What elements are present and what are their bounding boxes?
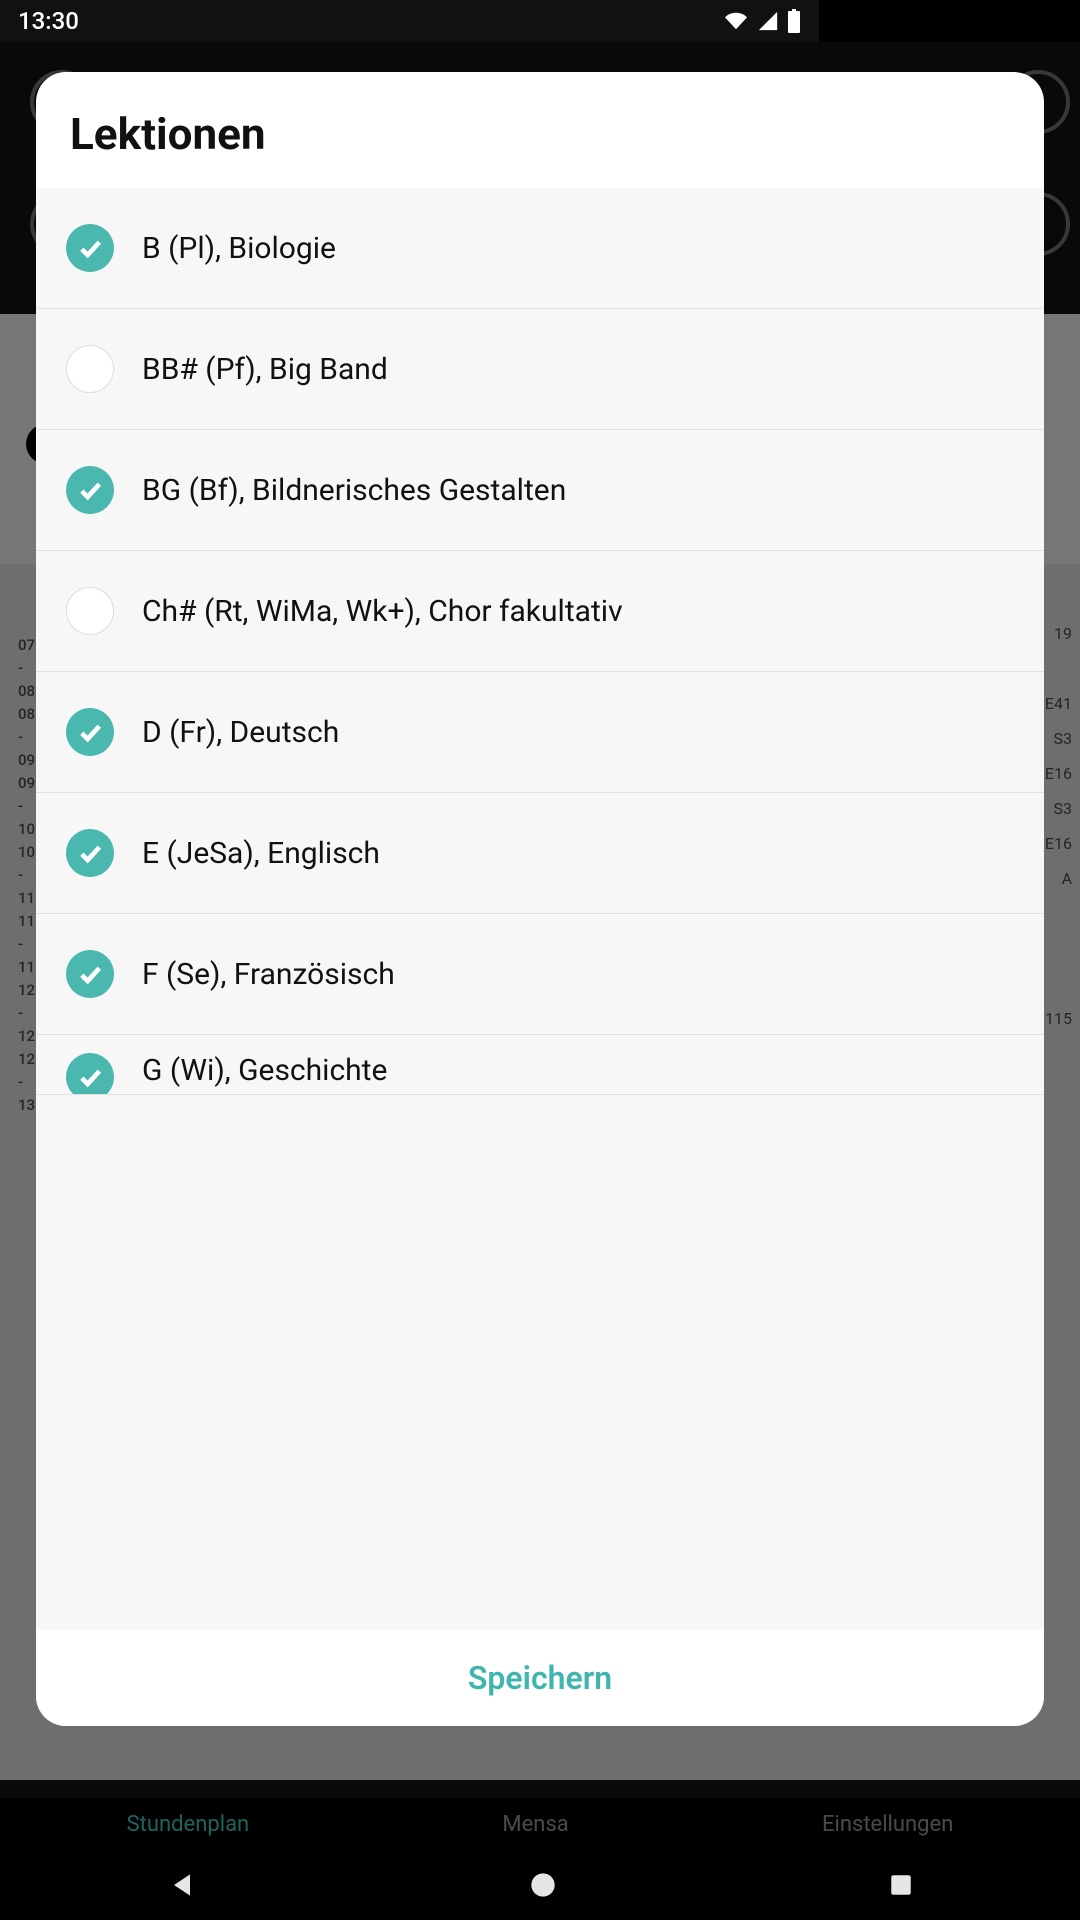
lesson-checkbox[interactable]	[66, 1053, 114, 1095]
cell-signal-icon	[757, 10, 779, 32]
lesson-checkbox[interactable]	[66, 345, 114, 393]
lesson-checkbox[interactable]	[66, 950, 114, 998]
lesson-row[interactable]: E (JeSa), Englisch	[36, 793, 1044, 914]
wifi-icon	[723, 10, 749, 32]
lesson-checkbox[interactable]	[66, 224, 114, 272]
lesson-label: Ch# (Rt, WiMa, Wk+), Chor fakultativ	[142, 594, 623, 629]
lesson-row[interactable]: BB# (Pf), Big Band	[36, 309, 1044, 430]
lessons-list[interactable]: B (Pl), Biologie BB# (Pf), Big Band BG (Bf…	[36, 188, 1044, 1630]
status-time: 13:30	[18, 7, 79, 35]
lesson-label: BG (Bf), Bildnerisches Gestalten	[142, 473, 566, 508]
lesson-checkbox[interactable]	[66, 708, 114, 756]
lessons-dialog: Lektionen B (Pl), Biologie BB# (Pf), Big …	[36, 72, 1044, 1726]
save-button[interactable]: Speichern	[468, 1659, 612, 1697]
lesson-row[interactable]: Ch# (Rt, WiMa, Wk+), Chor fakultativ	[36, 551, 1044, 672]
lesson-label: E (JeSa), Englisch	[142, 836, 380, 871]
nav-back-icon[interactable]	[166, 1869, 198, 1901]
lesson-label: BB# (Pf), Big Band	[142, 352, 388, 387]
lesson-label: G (Wi), Geschichte	[142, 1053, 387, 1088]
lesson-row[interactable]: D (Fr), Deutsch	[36, 672, 1044, 793]
lesson-row[interactable]: B (Pl), Biologie	[36, 188, 1044, 309]
status-icons	[723, 9, 801, 33]
nav-recent-icon[interactable]	[888, 1872, 914, 1898]
lesson-row[interactable]: BG (Bf), Bildnerisches Gestalten	[36, 430, 1044, 551]
lesson-label: B (Pl), Biologie	[142, 231, 336, 266]
lesson-label: D (Fr), Deutsch	[142, 715, 339, 750]
dialog-title: Lektionen	[36, 72, 1044, 188]
lesson-row[interactable]: G (Wi), Geschichte	[36, 1035, 1044, 1095]
lesson-checkbox[interactable]	[66, 829, 114, 877]
status-bar: 13:30	[0, 0, 819, 42]
dialog-footer: Speichern	[36, 1630, 1044, 1726]
lesson-checkbox[interactable]	[66, 587, 114, 635]
android-navbar	[0, 1850, 1080, 1920]
lesson-label: F (Se), Französisch	[142, 957, 395, 992]
lesson-row[interactable]: F (Se), Französisch	[36, 914, 1044, 1035]
nav-home-icon[interactable]	[529, 1871, 557, 1899]
battery-icon	[787, 9, 801, 33]
lesson-checkbox[interactable]	[66, 466, 114, 514]
